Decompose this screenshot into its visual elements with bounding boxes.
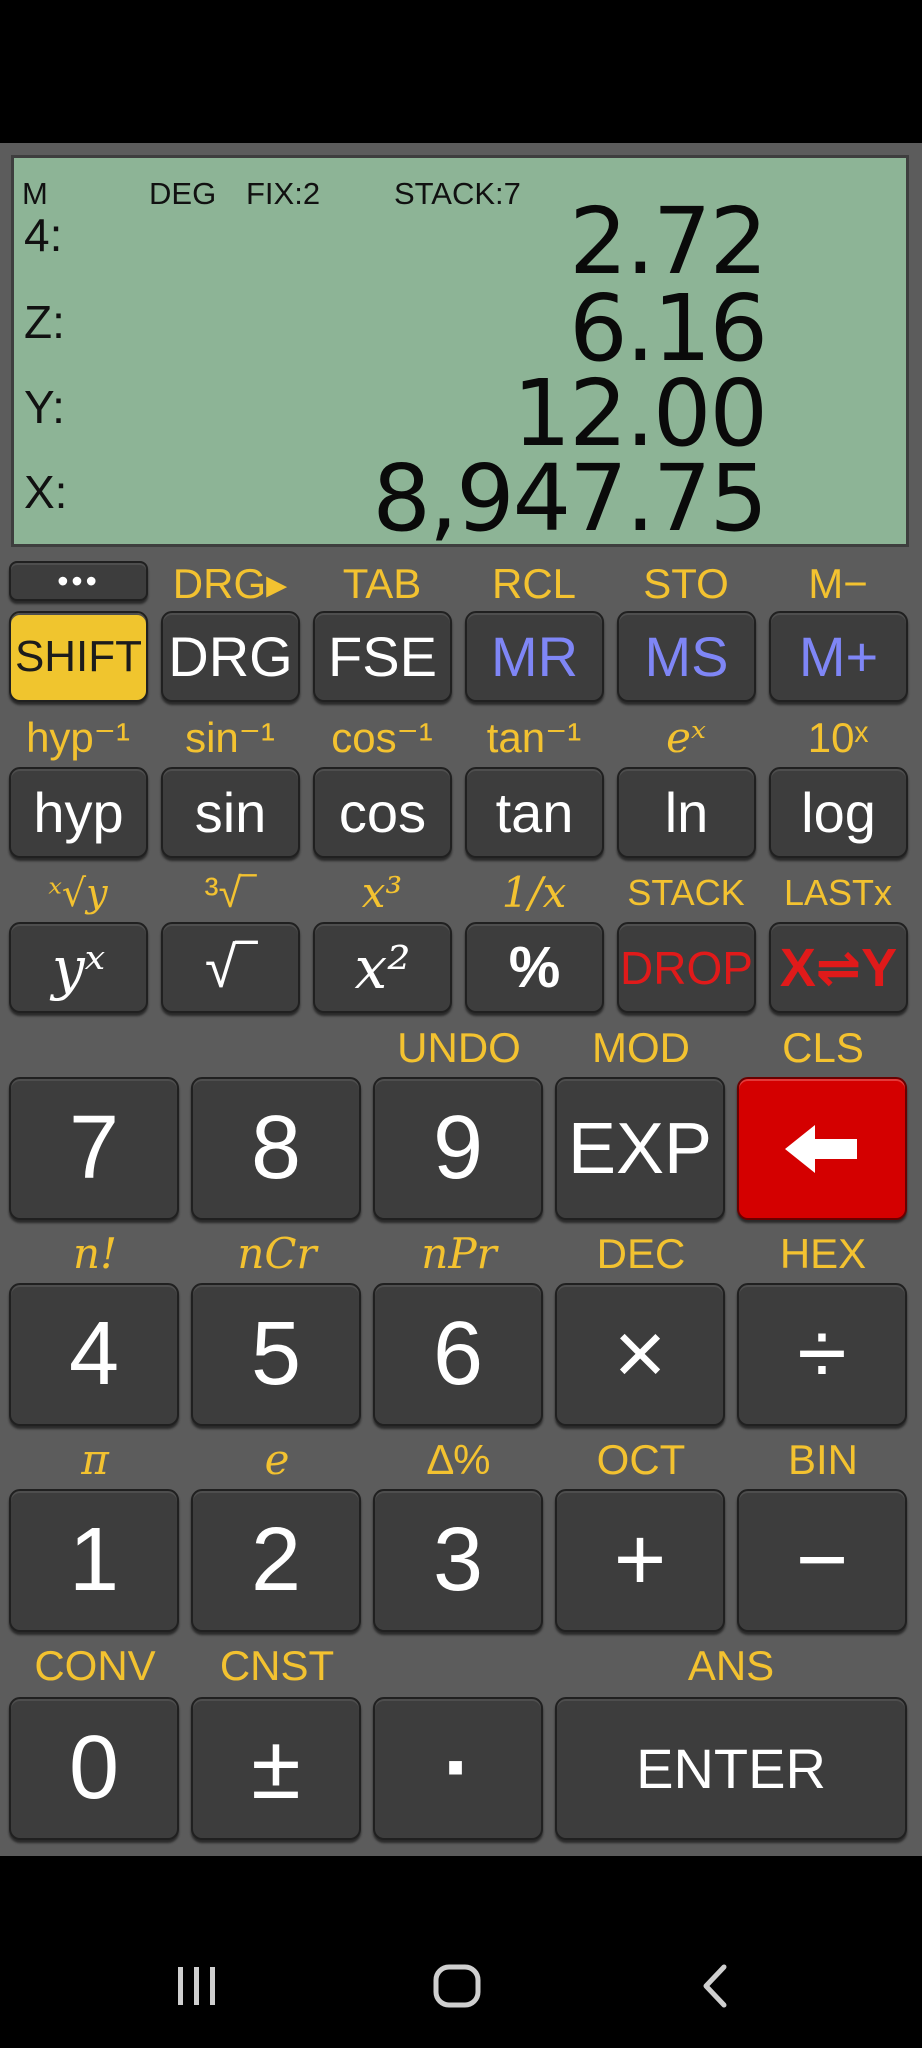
label-bin: BIN [787, 1436, 858, 1483]
digit-4-button[interactable]: 4 [9, 1283, 179, 1426]
mr-button[interactable]: MR [465, 611, 604, 702]
change-sign-button[interactable]: ± [191, 1697, 361, 1840]
label-reciprocal: 1/x [501, 868, 567, 917]
label-ans: ANS [687, 1642, 775, 1689]
back-icon[interactable] [696, 1963, 736, 2009]
home-icon[interactable] [432, 1963, 482, 2009]
add-button[interactable]: + [555, 1489, 725, 1632]
label-drg-shift: DRG▸ [172, 560, 288, 607]
label-exp-e: eˣ [666, 713, 706, 762]
drop-button[interactable]: DROP [617, 922, 756, 1013]
cos-button[interactable]: cos [313, 767, 452, 858]
digit-8-button[interactable]: 8 [191, 1077, 361, 1220]
swap-xy-button[interactable]: X⇌Y [769, 922, 908, 1013]
label-xth-root: ˣ√y [48, 871, 108, 915]
ms-button[interactable]: MS [617, 611, 756, 702]
shift-button[interactable]: SHIFT [9, 611, 148, 702]
enter-button[interactable]: ENTER [555, 1697, 907, 1840]
percent-button[interactable]: % [465, 922, 604, 1013]
drg-button[interactable]: DRG [161, 611, 300, 702]
digit-3-button[interactable]: 3 [373, 1489, 543, 1632]
ln-button[interactable]: ln [617, 767, 756, 858]
label-rcl: RCL [491, 560, 577, 607]
label-stack: STACK [627, 872, 745, 913]
label-npr: nPr [421, 1229, 497, 1278]
label-lastx: LASTx [783, 872, 893, 913]
label-pi: π [81, 1435, 109, 1484]
label-hyp-inverse: hyp⁻¹ [26, 714, 130, 761]
log-button[interactable]: log [769, 767, 908, 858]
stack-size: STACK:7 [394, 176, 521, 211]
multiply-button[interactable]: × [555, 1283, 725, 1426]
sin-button[interactable]: sin [161, 767, 300, 858]
label-euler: e [264, 1435, 290, 1484]
label-m-minus: M− [808, 560, 868, 607]
menu-button[interactable]: ••• [9, 561, 148, 601]
backspace-button[interactable] [737, 1077, 907, 1220]
label-x-cubed: x³ [361, 868, 403, 917]
navigation-bar [0, 1856, 922, 2048]
power-button[interactable]: yˣ [9, 922, 148, 1013]
digit-6-button[interactable]: 6 [373, 1283, 543, 1426]
m-plus-button[interactable]: M+ [769, 611, 908, 702]
digit-7-button[interactable]: 7 [9, 1077, 179, 1220]
angle-mode: DEG [149, 176, 217, 211]
label-hex: HEX [779, 1230, 867, 1277]
label-arcsin: sin⁻¹ [185, 714, 275, 761]
label-delta-percent: ∆% [427, 1436, 491, 1483]
label-dec: DEC [596, 1230, 686, 1277]
digit-2-button[interactable]: 2 [191, 1489, 361, 1632]
fse-button[interactable]: FSE [313, 611, 452, 702]
hyp-button[interactable]: hyp [9, 767, 148, 858]
register-label-z: Z: [24, 296, 65, 348]
register-label-4: 4: [24, 209, 63, 261]
label-sto: STO [643, 560, 729, 607]
label-arctan: tan⁻¹ [486, 714, 582, 761]
display-format: FIX:2 [246, 176, 321, 211]
label-oct: OCT [596, 1436, 686, 1483]
label-cnst: CNST [219, 1642, 335, 1689]
label-ten-power: 10ˣ [807, 714, 869, 761]
decimal-point-button[interactable]: · [373, 1697, 543, 1840]
label-arccos: cos⁻¹ [331, 714, 433, 761]
digit-1-button[interactable]: 1 [9, 1489, 179, 1632]
register-label-y: Y: [24, 381, 65, 433]
digit-5-button[interactable]: 5 [191, 1283, 361, 1426]
digit-9-button[interactable]: 9 [373, 1077, 543, 1220]
divide-button[interactable]: ÷ [737, 1283, 907, 1426]
lcd-display: M DEG FIX:2 STACK:7 4: 2.72 Z: 6.16 Y: 1… [11, 155, 909, 547]
label-tab: TAB [342, 560, 422, 607]
label-conv: CONV [34, 1642, 156, 1689]
memory-indicator: M [22, 176, 48, 211]
recents-icon[interactable] [172, 1963, 222, 2009]
register-label-x: X: [24, 466, 68, 518]
label-cls: CLS [782, 1024, 864, 1071]
square-button[interactable]: x² [313, 922, 452, 1013]
sqrt-button[interactable]: √‾ [161, 922, 300, 1013]
label-cube-root: ³√‾ [204, 869, 256, 916]
label-ncr: nCr [237, 1229, 317, 1278]
subtract-button[interactable]: − [737, 1489, 907, 1632]
label-factorial: n! [73, 1229, 117, 1278]
tan-button[interactable]: tan [465, 767, 604, 858]
exp-button[interactable]: EXP [555, 1077, 725, 1220]
label-undo: UNDO [397, 1024, 521, 1071]
register-value-x: 8,947.75 [372, 445, 768, 552]
calculator: M DEG FIX:2 STACK:7 4: 2.72 Z: 6.16 Y: 1… [0, 143, 922, 1856]
label-mod: MOD [592, 1024, 690, 1071]
digit-0-button[interactable]: 0 [9, 1697, 179, 1840]
backspace-arrow-icon [785, 1124, 857, 1173]
